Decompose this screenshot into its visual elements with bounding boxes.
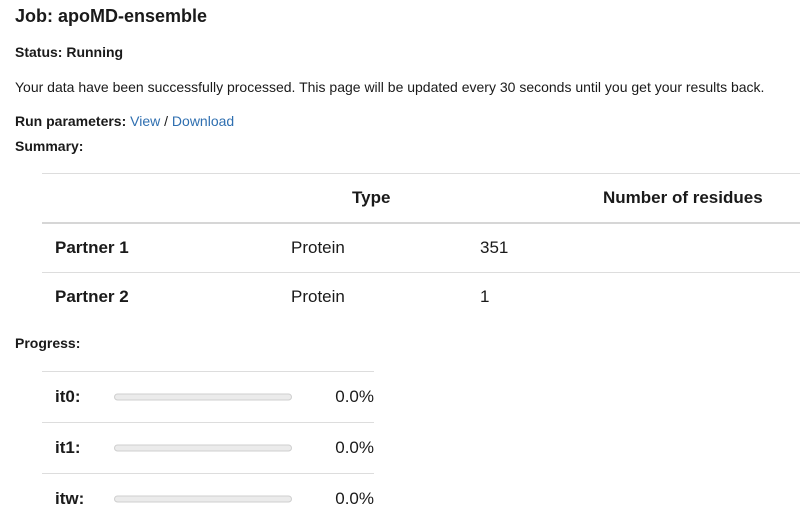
link-separator: /	[164, 113, 169, 129]
progress-percent: 0.0%	[335, 438, 374, 457]
processing-message: Your data have been successfully process…	[15, 79, 765, 95]
run-parameters: Run parameters: View / Download	[15, 113, 234, 129]
progress-row-itw: itw: 0.0%	[42, 474, 374, 524]
progress-bar	[114, 444, 292, 452]
table-row: Partner 1 Protein 351	[42, 224, 800, 273]
progress-percent: 0.0%	[335, 387, 374, 406]
download-parameters-link[interactable]: Download	[172, 113, 234, 129]
stage-name: it0:	[55, 387, 81, 406]
progress-label: Progress:	[15, 335, 81, 351]
column-header-residues: Number of residues	[603, 188, 763, 207]
progress-table: it0: 0.0% it1: 0.0% itw: 0.0%	[42, 371, 374, 524]
summary-label: Summary:	[15, 138, 84, 154]
table-row: Partner 2 Protein 1	[42, 273, 800, 321]
job-status: Status: Running	[15, 44, 124, 60]
stage-name: it1:	[55, 438, 81, 457]
page-title: Job: apoMD-ensemble	[15, 6, 208, 26]
stage-name: itw:	[55, 489, 85, 508]
partner-type: Protein	[291, 238, 345, 257]
run-parameters-label: Run parameters:	[15, 113, 127, 129]
partner-type: Protein	[291, 287, 345, 306]
progress-bar	[114, 495, 292, 503]
partner-residues: 1	[480, 287, 490, 306]
partner-name: Partner 2	[55, 287, 129, 306]
progress-row-it0: it0: 0.0%	[42, 372, 374, 423]
progress-bar	[114, 393, 292, 401]
partner-residues: 351	[480, 238, 509, 257]
summary-table: Type Number of residues Partner 1 Protei…	[42, 173, 800, 321]
summary-header-row: Type Number of residues	[42, 174, 800, 224]
partner-name: Partner 1	[55, 238, 129, 257]
view-parameters-link[interactable]: View	[130, 113, 160, 129]
column-header-type: Type	[352, 188, 391, 207]
progress-row-it1: it1: 0.0%	[42, 423, 374, 474]
progress-percent: 0.0%	[335, 489, 374, 508]
